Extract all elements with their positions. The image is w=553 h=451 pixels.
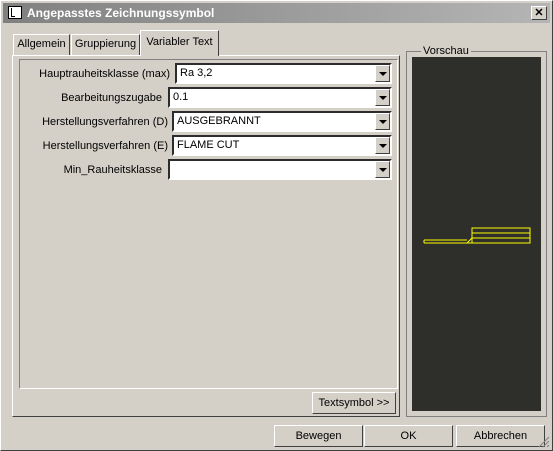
tab-label: Gruppierung — [74, 38, 137, 50]
tab-label: Variabler Text — [146, 36, 213, 48]
surface-symbol-preview — [423, 227, 531, 244]
tab-variabler-text[interactable]: Variabler Text — [140, 30, 219, 56]
preview-label: Vorschau — [421, 45, 471, 57]
tab-allgemein[interactable]: Allgemein — [13, 34, 70, 55]
abbrechen-button[interactable]: Abbrechen — [456, 425, 545, 447]
window-title: Angepasstes Zeichnungssymbol — [27, 6, 215, 20]
resize-grip-icon[interactable] — [538, 436, 550, 448]
tab-panel — [12, 55, 400, 417]
ok-button[interactable]: OK — [364, 425, 453, 447]
close-icon[interactable]: ✕ — [531, 6, 547, 20]
tab-gruppierung[interactable]: Gruppierung — [71, 34, 140, 55]
preview-canvas — [412, 57, 541, 411]
drawing-symbol-icon — [8, 6, 22, 19]
dialog-window: Angepasstes Zeichnungssymbol ✕ Allgemein… — [0, 0, 553, 451]
title-bar[interactable]: Angepasstes Zeichnungssymbol ✕ — [3, 3, 550, 23]
bewegen-button[interactable]: Bewegen — [274, 425, 363, 447]
tab-label: Allgemein — [17, 38, 66, 50]
